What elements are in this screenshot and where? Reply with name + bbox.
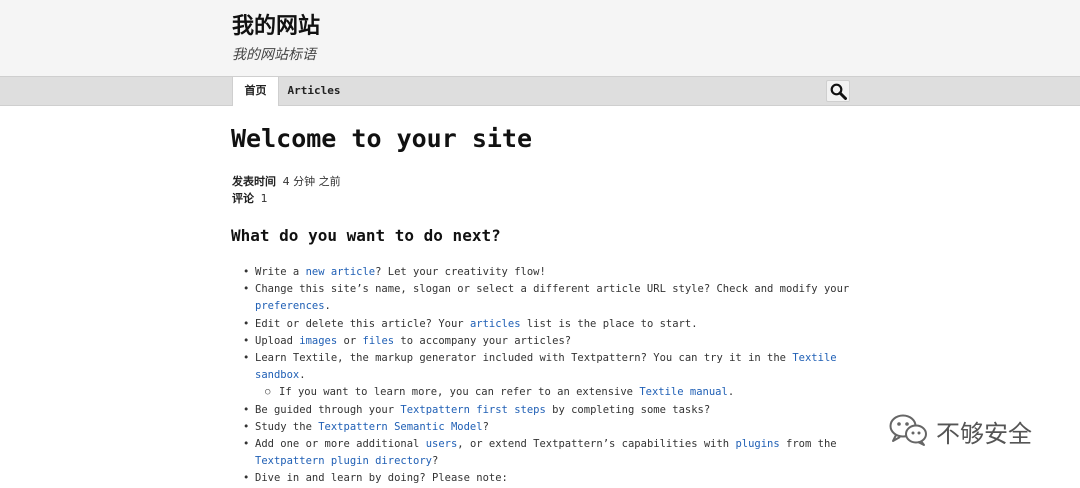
article-posted: 发表时间 4 分钟 之前 (232, 173, 341, 189)
articles-link[interactable]: articles (470, 318, 521, 330)
users-link[interactable]: users (426, 438, 458, 450)
posted-label: 发表时间 (232, 175, 276, 188)
watermark: 不够安全 (888, 410, 1058, 450)
list-item-text: by completing some tasks? (545, 403, 711, 416)
site-header: 我的网站 我的网站标语 (0, 0, 1080, 76)
list-item: Write a new article? Let your creativity… (232, 264, 852, 281)
list-item-text: Dive in and learn by doing? Please note: (255, 472, 508, 485)
nav-tab-home-label: 首页 (244, 84, 267, 97)
list-item: Edit or delete this article? Your articl… (232, 316, 852, 333)
list-item-text: If you want to learn more, you can refer… (279, 386, 640, 399)
list-item-text: Add one or more additional (255, 438, 426, 451)
site-name[interactable]: 我的网站 (232, 8, 320, 40)
list-item: Be guided through your Textpattern first… (232, 402, 852, 419)
site-slogan: 我的网站标语 (232, 47, 316, 63)
wechat-icon (889, 414, 927, 446)
list-item-text: Write a (255, 266, 306, 278)
list-item-text: Learn Textile, the markup generator incl… (255, 352, 793, 365)
article-title[interactable]: Welcome to your site (231, 124, 532, 153)
new-article-link[interactable]: new article (306, 266, 376, 278)
article-comments: 评论 1 (232, 190, 268, 206)
textile-manual-link[interactable]: Textile manual (639, 386, 728, 398)
list-item: Dive in and learn by doing? Please note: (232, 470, 852, 487)
sub-list: If you want to learn more, you can refer… (255, 384, 852, 401)
nav-tab-home[interactable]: 首页 (232, 77, 279, 106)
search-icon (830, 83, 847, 100)
list-item-text: ? (482, 420, 489, 433)
list-item-text: Upload (255, 334, 300, 347)
list-item-text: Be guided through your (255, 403, 401, 416)
list-item: Upload images or files to accompany your… (232, 333, 852, 350)
main-nav: 首页 Articles (0, 76, 1080, 106)
next-steps-list: Write a new article? Let your creativity… (232, 264, 852, 488)
list-item-text: Study the (255, 420, 319, 433)
list-item-text: ? (432, 455, 439, 468)
list-item-text: from the (779, 438, 837, 451)
list-item-text: list is the place to start. (520, 317, 698, 330)
comments-label: 评论 (232, 192, 254, 205)
preferences-link[interactable]: preferences (255, 300, 325, 312)
list-item-text: . (324, 300, 331, 313)
images-link[interactable]: images (299, 335, 337, 347)
list-item-text: . (299, 369, 306, 382)
plugin-directory-link[interactable]: Textpattern plugin directory (255, 455, 432, 467)
posted-value: 4 分钟 之前 (282, 175, 341, 188)
list-item-text: Change this site’s name, slogan or selec… (255, 283, 850, 296)
comments-count-link[interactable]: 1 (261, 192, 268, 205)
nav-tab-articles-label: Articles (287, 84, 341, 97)
list-item: Study the Textpattern Semantic Model? (232, 419, 852, 436)
nav-tab-articles[interactable]: Articles (280, 77, 348, 106)
list-item-text: or (337, 334, 363, 347)
list-item-text: . (727, 386, 735, 399)
files-link[interactable]: files (363, 335, 395, 347)
list-item-text: to accompany your articles? (394, 334, 572, 347)
watermark-text: 不够安全 (936, 420, 1032, 448)
list-item: If you want to learn more, you can refer… (255, 384, 852, 401)
list-item: Change this site’s name, slogan or selec… (232, 281, 852, 315)
list-item: Add one or more additional users, or ext… (232, 436, 852, 470)
list-item: Learn Textile, the markup generator incl… (232, 350, 852, 402)
list-item-text: ? Let your creativity flow! (375, 266, 546, 278)
search-button[interactable] (826, 80, 850, 102)
semantic-model-link[interactable]: Textpattern Semantic Model (318, 421, 482, 433)
first-steps-link[interactable]: Textpattern first steps (400, 404, 545, 416)
plugins-link[interactable]: plugins (735, 438, 779, 450)
section-heading: What do you want to do next? (231, 226, 501, 245)
list-item-text: , or extend Textpattern’s capabilities w… (457, 438, 736, 451)
list-item-text: Edit or delete this article? Your (255, 317, 470, 330)
